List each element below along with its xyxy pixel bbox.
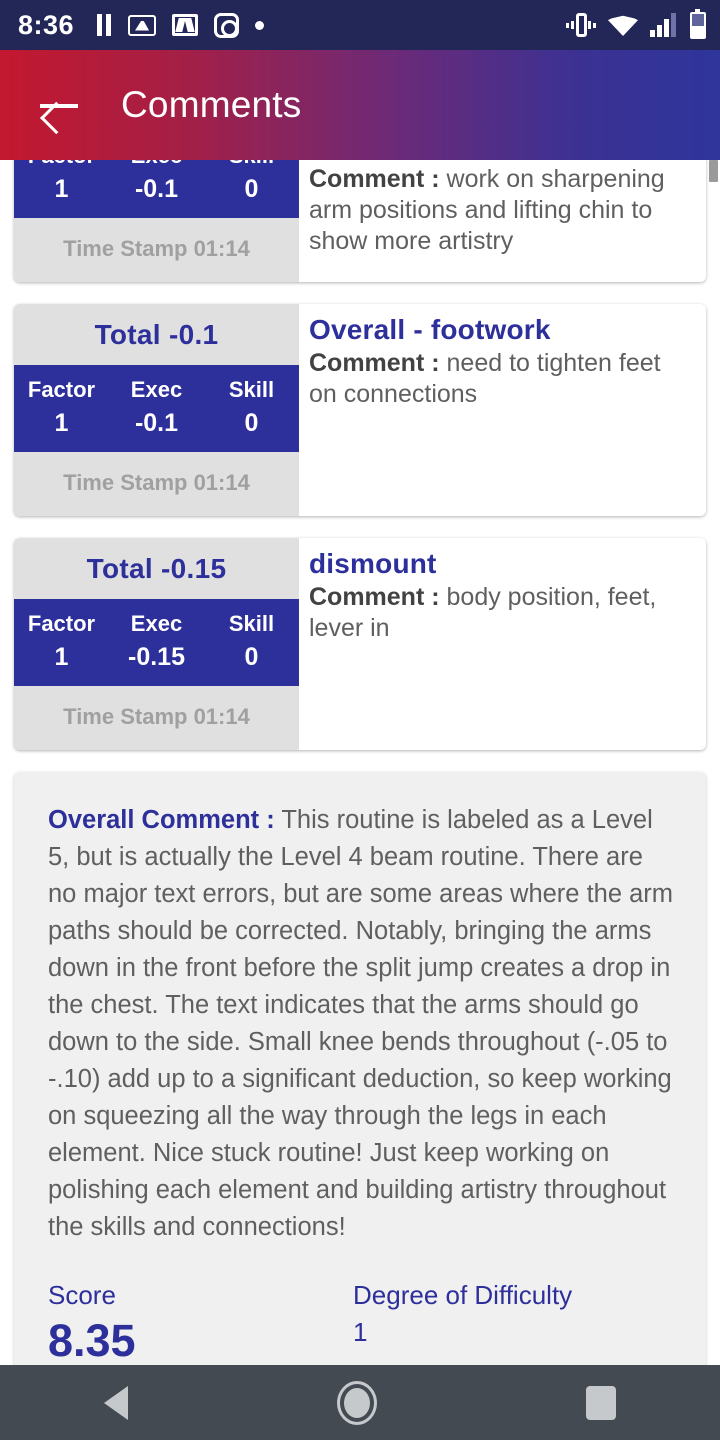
deduction-comment: Comment : need to tighten feet on connec…: [309, 348, 688, 410]
nav-recents-icon[interactable]: [585, 1385, 616, 1420]
phone-screen: 8:36 Comments 1 -0.1 0 Time Stamp 01:14 …: [0, 0, 720, 1440]
value-exec: -0.1: [134, 409, 179, 437]
value-skill: 0: [244, 409, 259, 437]
column-header-skill: Skill: [204, 160, 299, 175]
score-label: Score: [48, 1279, 116, 1310]
deduction-title: dismount: [309, 548, 437, 579]
overall-comment-card: Overall Comment : This routine is labele…: [14, 772, 706, 1365]
column-header-skill: Skill: [228, 377, 275, 402]
deduction-score-grid: Factor Exec Skill 1 -0.15 0: [14, 599, 299, 686]
deduction-title: Overall - footwork: [309, 314, 551, 345]
app-bar: Comments: [0, 50, 720, 160]
page-title: Comments: [121, 84, 302, 125]
mlb-icon: [128, 14, 157, 36]
value-factor: 1: [54, 643, 69, 671]
deduction-comment: Comment : body position, feet, lever in: [309, 582, 688, 644]
deduction-total: Total -0.1: [94, 319, 219, 350]
nav-back-icon[interactable]: [104, 1385, 129, 1420]
deduction-card[interactable]: Total -0.1 Factor Exec Skill 1 -0.1 0 Ti…: [14, 304, 706, 516]
difficulty-block: Degree of Difficulty 1: [353, 1280, 658, 1364]
battery-icon: [690, 8, 706, 39]
deduction-score-grid: Factor Exec Skill 1 -0.1 0: [14, 160, 299, 218]
deduction-total: Total -0.15: [86, 553, 227, 584]
column-header-skill: Skill: [228, 611, 275, 636]
deduction-summary-panel: Total -0.1 Factor Exec Skill 1 -0.1 0 Ti…: [14, 304, 299, 516]
value-skill: 0: [244, 643, 259, 671]
value-skill: 0: [244, 175, 259, 203]
value-exec: -0.15: [128, 643, 185, 671]
deduction-summary-panel: Total -0.15 Factor Exec Skill 1 -0.15 0 …: [14, 538, 299, 750]
deduction-comment: Comment : work on sharpening arm positio…: [309, 164, 688, 257]
gmail-icon: [172, 14, 199, 36]
column-header-factor: Factor: [14, 160, 109, 175]
deduction-card[interactable]: Factor Exec Skill 1 -0.1 0 Time Stamp 01…: [14, 160, 706, 282]
column-header-factor: Factor: [27, 611, 96, 636]
column-header-exec: Exec: [109, 160, 204, 175]
android-nav-bar: [0, 1365, 720, 1440]
column-header-exec: Exec: [130, 377, 183, 402]
value-factor: 1: [54, 409, 69, 437]
time-stamp: Time Stamp 01:14: [63, 236, 250, 261]
overall-comment-label: Overall Comment :: [48, 806, 275, 834]
nav-home-icon[interactable]: [336, 1380, 377, 1425]
comment-label: Comment :: [309, 583, 440, 611]
column-header-factor: Factor: [27, 377, 96, 402]
difficulty-value: 1: [353, 1316, 368, 1347]
value-factor: 1: [54, 175, 69, 203]
deduction-card[interactable]: Total -0.15 Factor Exec Skill 1 -0.15 0 …: [14, 538, 706, 750]
deduction-detail-panel: Overall - footwork Comment : need to tig…: [299, 304, 706, 516]
comment-label: Comment :: [309, 165, 440, 193]
wifi-icon: [608, 15, 638, 36]
comments-scroll-area[interactable]: Factor Exec Skill 1 -0.1 0 Time Stamp 01…: [0, 160, 720, 1365]
deduction-summary-panel: Factor Exec Skill 1 -0.1 0 Time Stamp 01…: [14, 160, 299, 282]
scrollbar-thumb[interactable]: [709, 160, 718, 182]
status-bar-notification-icons: [96, 12, 265, 38]
pause-icon: [96, 14, 112, 36]
deduction-detail-panel: dismount Comment : body position, feet, …: [299, 538, 706, 750]
time-stamp: Time Stamp 01:14: [63, 704, 250, 729]
value-exec: -0.1: [134, 175, 179, 203]
deduction-detail-panel: Comment : work on sharpening arm positio…: [299, 160, 706, 282]
cell-signal-icon: [650, 13, 678, 37]
overall-comment-body: Overall Comment : This routine is labele…: [48, 802, 674, 1246]
overall-comment-text: This routine is labeled as a Level 5, bu…: [48, 806, 674, 1241]
status-bar-system-icons: [566, 8, 706, 39]
comment-label: Comment :: [309, 349, 440, 377]
difficulty-label: Degree of Difficulty: [353, 1279, 573, 1310]
score-value: 8.35: [48, 1314, 136, 1365]
dot-icon: [255, 20, 265, 30]
column-header-exec: Exec: [130, 611, 183, 636]
status-bar: 8:36: [0, 0, 720, 50]
vibrate-icon: [566, 12, 596, 38]
status-bar-clock: 8:36: [18, 9, 75, 40]
time-stamp: Time Stamp 01:14: [63, 470, 250, 495]
back-arrow-icon[interactable]: [36, 82, 82, 128]
instagram-icon: [214, 12, 240, 38]
deduction-score-grid: Factor Exec Skill 1 -0.1 0: [14, 365, 299, 452]
score-row: Score 8.35 Degree of Difficulty 1: [48, 1280, 674, 1364]
score-block: Score 8.35: [48, 1280, 353, 1364]
